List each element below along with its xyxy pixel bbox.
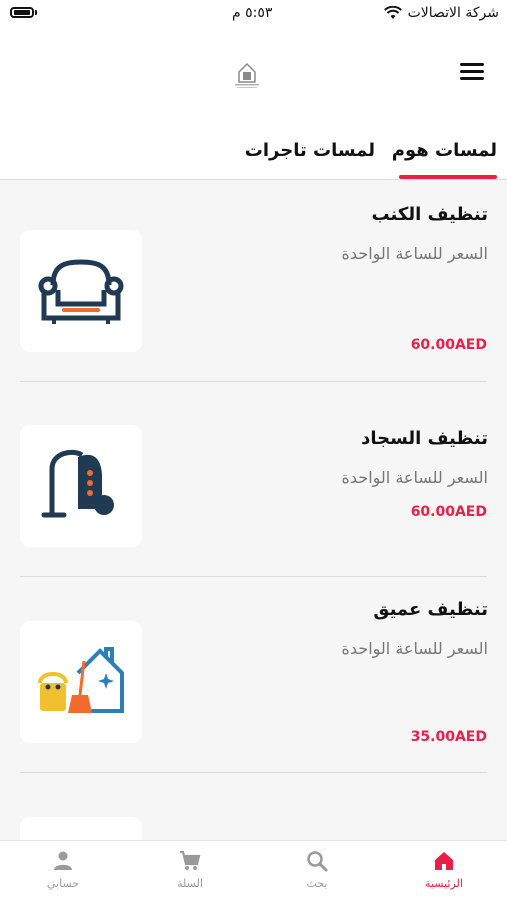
nav-account[interactable]: حسابي: [0, 841, 126, 901]
category-tabs: لمسات هوم لمسات تاجرات: [0, 125, 507, 180]
nav-home-label: الرئيسية: [425, 877, 463, 890]
service-title: تنظيف السجاد: [361, 428, 488, 449]
carrier-name: شركة الاتصالات: [407, 5, 499, 21]
carrier-info: شركة الاتصالات: [383, 5, 499, 21]
service-title: تنظيف عميق: [373, 599, 488, 620]
home-icon: [435, 852, 453, 870]
nav-search[interactable]: بحث: [254, 841, 380, 901]
house-cleaning-icon: [38, 647, 124, 713]
service-price: 60.00AED: [410, 504, 487, 520]
bottom-nav: الرئيسية بحث السلة حسابي: [0, 840, 507, 901]
service-subtitle: السعر للساعة الواحدة: [341, 244, 488, 263]
hamburger-menu-icon[interactable]: [460, 63, 484, 81]
search-icon: [307, 851, 328, 872]
service-card-deep-clean[interactable]: تنظيف عميق السعر للساعة الواحدة 35.00AED: [0, 577, 507, 772]
service-thumbnail: [20, 230, 142, 352]
service-thumbnail: [20, 621, 142, 743]
battery-tip: [35, 10, 37, 15]
battery-icon: [10, 7, 34, 18]
nav-cart[interactable]: السلة: [127, 841, 253, 901]
nav-home[interactable]: الرئيسية: [381, 841, 507, 901]
service-subtitle: السعر للساعة الواحدة: [341, 639, 488, 658]
list-divider: [20, 772, 487, 773]
service-title: تنظيف الكنب: [371, 204, 489, 225]
nav-search-label: بحث: [306, 877, 328, 890]
nav-cart-label: السلة: [177, 877, 203, 890]
status-bar: ٥:٥٣ م شركة الاتصالات: [0, 0, 507, 30]
app-header: [0, 30, 507, 125]
service-list: تنظيف الكنب السعر للساعة الواحدة 60.00AE…: [0, 180, 507, 840]
service-price: 60.00AED: [410, 337, 487, 353]
service-thumbnail: [20, 425, 142, 547]
wifi-icon: [383, 6, 402, 19]
brand-logo: [235, 62, 259, 88]
vacuum-cleaner-icon: [41, 449, 114, 518]
cart-icon: [180, 850, 201, 870]
tab-lamasat-tajerat[interactable]: لمسات تاجرات: [245, 140, 375, 161]
active-tab-indicator: [399, 175, 497, 179]
nav-account-label: حسابي: [46, 877, 80, 890]
status-time: ٥:٥٣ م: [232, 5, 273, 21]
person-icon: [54, 851, 72, 870]
service-price: 35.00AED: [410, 729, 487, 745]
service-thumbnail-partial: [20, 817, 142, 840]
service-card-carpet[interactable]: تنظيف السجاد السعر للساعة الواحدة 60.00A…: [0, 380, 507, 575]
service-subtitle: السعر للساعة الواحدة: [341, 468, 488, 487]
sofa-icon: [38, 259, 124, 324]
service-card-sofa[interactable]: تنظيف الكنب السعر للساعة الواحدة 60.00AE…: [0, 180, 507, 375]
tab-lamasat-home[interactable]: لمسات هوم: [392, 140, 497, 161]
